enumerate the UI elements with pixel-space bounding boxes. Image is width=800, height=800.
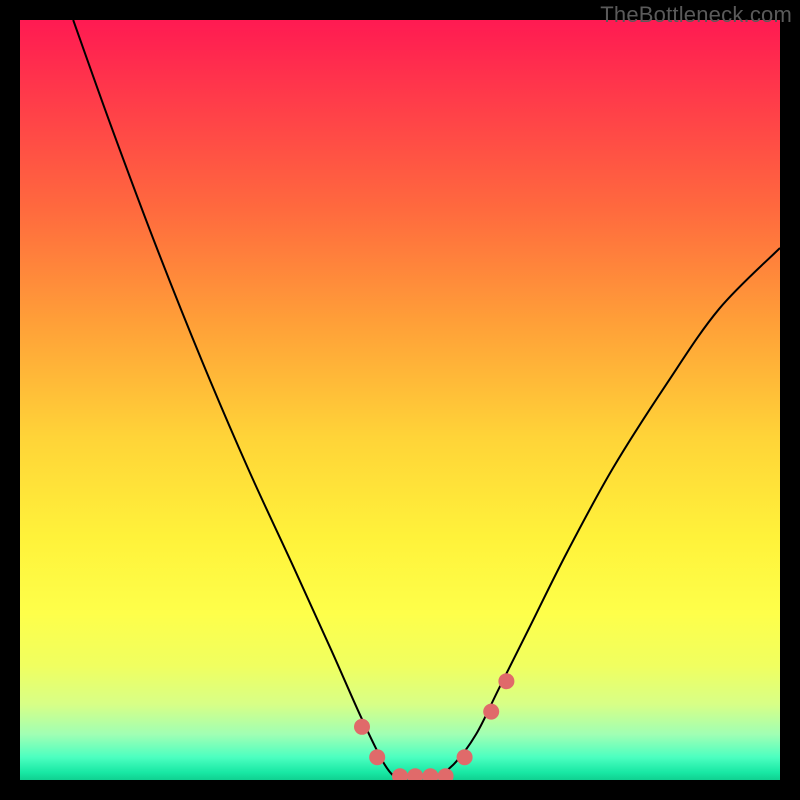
marker-left-2 <box>369 749 385 765</box>
bottleneck-curve <box>73 20 780 780</box>
chart-svg <box>20 20 780 780</box>
marker-left-1 <box>354 719 370 735</box>
marker-right-3 <box>498 673 514 689</box>
marker-right-1 <box>457 749 473 765</box>
chart-frame: TheBottleneck.com <box>0 0 800 800</box>
marker-flat-2 <box>407 768 423 780</box>
marker-group <box>354 673 514 780</box>
marker-flat-4 <box>438 768 454 780</box>
marker-flat-3 <box>422 768 438 780</box>
marker-right-2 <box>483 704 499 720</box>
watermark-text: TheBottleneck.com <box>600 2 792 28</box>
marker-flat-1 <box>392 768 408 780</box>
chart-plot-area <box>20 20 780 780</box>
